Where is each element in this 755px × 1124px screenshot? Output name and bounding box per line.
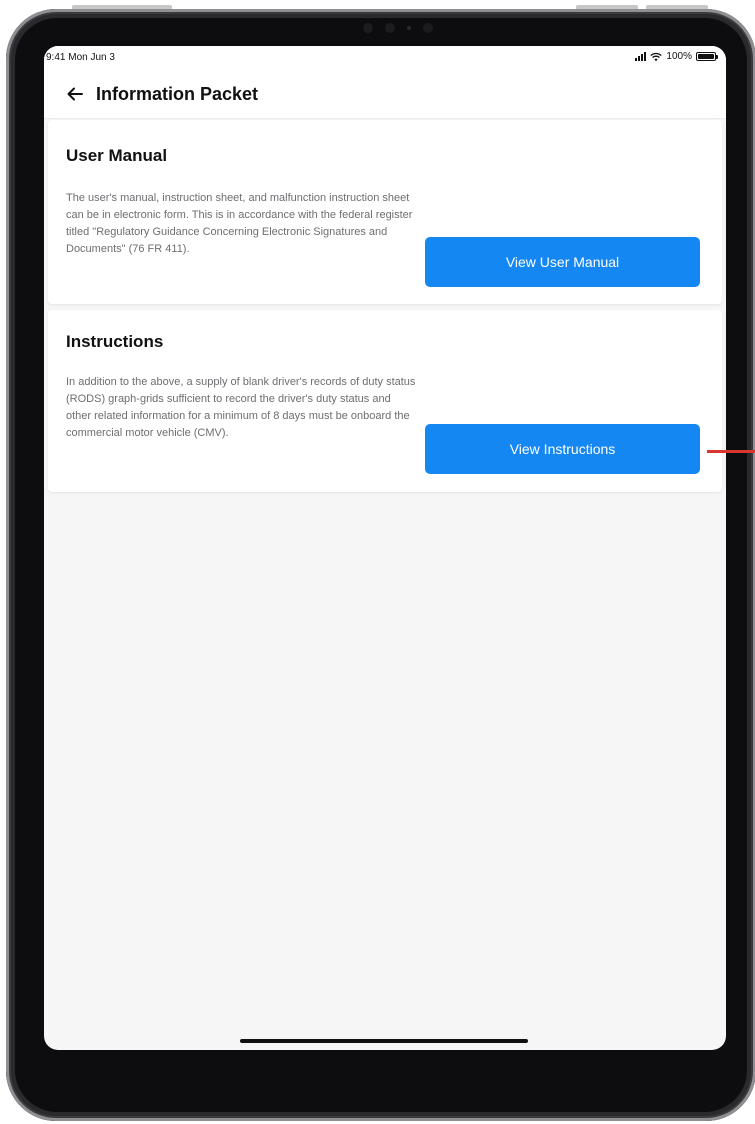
signal-bars-icon (635, 52, 647, 61)
arrow-left-icon[interactable] (66, 85, 84, 103)
card-title: Instructions (66, 332, 164, 351)
page-canvas: 9:41 Mon Jun 3 100% Information Packet U… (0, 0, 755, 1124)
home-indicator (240, 1039, 528, 1043)
app-screen: 9:41 Mon Jun 3 100% Information Packet U… (44, 46, 726, 1050)
battery-percent: 100% (666, 51, 692, 62)
status-time: 9:41 Mon Jun 3 (46, 52, 115, 63)
camera-lens (385, 23, 395, 33)
nav-bar: Information Packet (44, 70, 726, 119)
sensor-dot (363, 23, 373, 33)
battery-icon (696, 52, 718, 61)
annotation-callout-line (707, 450, 755, 453)
view-instructions-button[interactable]: View Instructions (425, 424, 700, 474)
status-bar: 9:41 Mon Jun 3 100% (44, 46, 726, 70)
view-user-manual-button[interactable]: View User Manual (425, 237, 700, 287)
wifi-icon (650, 52, 663, 61)
user-manual-card: User Manual The user's manual, instructi… (48, 120, 722, 304)
page-title: Information Packet (96, 83, 259, 104)
card-title: User Manual (66, 146, 168, 165)
sensor-dot (423, 23, 433, 33)
indicator-dot (407, 26, 411, 30)
instructions-card: Instructions In addition to the above, a… (48, 310, 722, 492)
card-description: In addition to the above, a supply of bl… (66, 376, 416, 439)
camera-area (338, 21, 458, 35)
card-description: The user's manual, instruction sheet, an… (66, 192, 413, 255)
status-indicators: 100% (635, 51, 718, 62)
